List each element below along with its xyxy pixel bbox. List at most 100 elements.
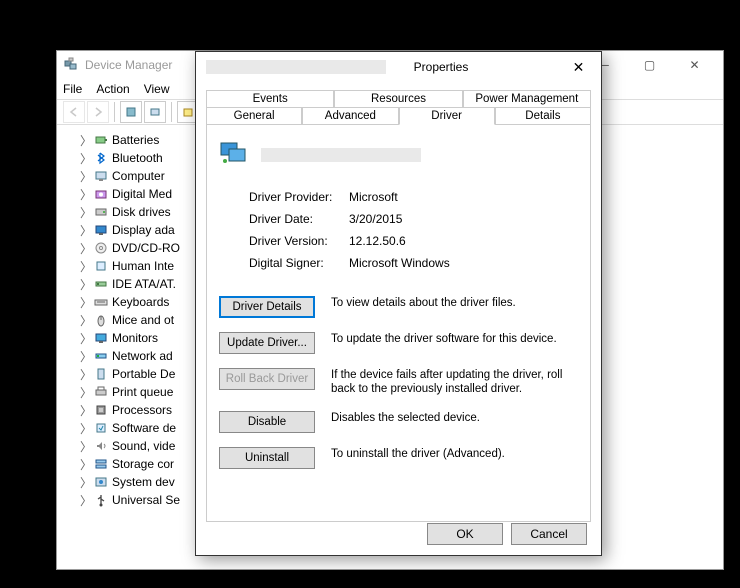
bluetooth-icon — [93, 150, 109, 166]
expand-icon[interactable]: 〉 — [79, 294, 93, 311]
dvd-icon — [93, 240, 109, 256]
tab-events[interactable]: Events — [206, 90, 334, 107]
expand-icon[interactable]: 〉 — [79, 420, 93, 437]
back-button[interactable] — [63, 101, 85, 123]
tree-item-label: Batteries — [112, 133, 159, 147]
toolbar-icon-1[interactable] — [120, 101, 142, 123]
tab-details[interactable]: Details — [495, 107, 591, 124]
expand-icon[interactable]: 〉 — [79, 438, 93, 455]
tree-item-label: Network ad — [112, 349, 173, 363]
tree-item-label: Computer — [112, 169, 165, 183]
tree-item-label: Keyboards — [112, 295, 169, 309]
disable-button[interactable]: Disable — [219, 411, 315, 433]
cpu-icon — [93, 402, 109, 418]
expand-icon[interactable]: 〉 — [79, 240, 93, 257]
camera-icon — [93, 186, 109, 202]
battery-icon — [93, 132, 109, 148]
tree-item-label: IDE ATA/AT. — [112, 277, 176, 291]
tree-item-label: Disk drives — [112, 205, 171, 219]
expand-icon[interactable]: 〉 — [79, 384, 93, 401]
expand-icon[interactable]: 〉 — [79, 366, 93, 383]
expand-icon[interactable]: 〉 — [79, 132, 93, 149]
expand-icon[interactable]: 〉 — [79, 258, 93, 275]
cancel-button[interactable]: Cancel — [511, 523, 587, 545]
uninstall-desc: To uninstall the driver (Advanced). — [331, 447, 578, 461]
tree-item-label: Processors — [112, 403, 172, 417]
tree-item-label: Portable De — [112, 367, 175, 381]
properties-dialog: Properties ✕ Events Resources Power Mana… — [195, 51, 602, 556]
ok-button[interactable]: OK — [427, 523, 503, 545]
uninstall-button[interactable]: Uninstall — [219, 447, 315, 469]
expand-icon[interactable]: 〉 — [79, 348, 93, 365]
expand-icon[interactable]: 〉 — [79, 186, 93, 203]
digital-signer-value: Microsoft Windows — [349, 256, 450, 270]
expand-icon[interactable]: 〉 — [79, 474, 93, 491]
computer-icon — [93, 168, 109, 184]
dialog-titlebar: Properties ✕ — [196, 52, 601, 82]
tab-content-driver: Driver Provider:Microsoft Driver Date:3/… — [206, 124, 591, 522]
expand-icon[interactable]: 〉 — [79, 402, 93, 419]
expand-icon[interactable]: 〉 — [79, 276, 93, 293]
usb-icon — [93, 492, 109, 508]
toolbar-separator — [171, 102, 172, 122]
expand-icon[interactable]: 〉 — [79, 222, 93, 239]
menu-view[interactable]: View — [144, 82, 170, 96]
device-icon — [219, 137, 251, 172]
tree-item-label: Monitors — [112, 331, 158, 345]
maximize-button[interactable]: ▢ — [627, 51, 672, 79]
redacted-device-name-body — [261, 148, 421, 162]
tree-item-label: Software de — [112, 421, 176, 435]
expand-icon[interactable]: 〉 — [79, 168, 93, 185]
update-driver-desc: To update the driver software for this d… — [331, 332, 578, 346]
tree-item-label: Human Inte — [112, 259, 174, 273]
roll-back-driver-button: Roll Back Driver — [219, 368, 315, 390]
display-icon — [93, 222, 109, 238]
network-icon — [93, 348, 109, 364]
driver-details-button[interactable]: Driver Details — [219, 296, 315, 318]
digital-signer-label: Digital Signer: — [249, 256, 349, 270]
tab-resources[interactable]: Resources — [334, 90, 462, 107]
tab-driver[interactable]: Driver — [399, 107, 495, 125]
tab-general[interactable]: General — [206, 107, 302, 124]
expand-icon[interactable]: 〉 — [79, 204, 93, 221]
tree-item-label: Print queue — [112, 385, 173, 399]
disable-desc: Disables the selected device. — [331, 411, 578, 425]
ide-icon — [93, 276, 109, 292]
mouse-icon — [93, 312, 109, 328]
window-title: Device Manager — [85, 58, 172, 72]
portable-icon — [93, 366, 109, 382]
expand-icon[interactable]: 〉 — [79, 492, 93, 509]
printer-icon — [93, 384, 109, 400]
expand-icon[interactable]: 〉 — [79, 312, 93, 329]
roll-back-driver-desc: If the device fails after updating the d… — [331, 368, 578, 397]
menu-action[interactable]: Action — [96, 82, 129, 96]
app-icon — [63, 57, 79, 73]
system-icon — [93, 474, 109, 490]
tab-power-management[interactable]: Power Management — [463, 90, 591, 107]
update-driver-button[interactable]: Update Driver... — [219, 332, 315, 354]
forward-button[interactable] — [87, 101, 109, 123]
tree-item-label: Storage cor — [112, 457, 174, 471]
tab-advanced[interactable]: Advanced — [302, 107, 398, 124]
driver-date-label: Driver Date: — [249, 212, 349, 226]
expand-icon[interactable]: 〉 — [79, 456, 93, 473]
tree-item-label: Digital Med — [112, 187, 172, 201]
tree-item-label: Universal Se — [112, 493, 180, 507]
disk-icon — [93, 204, 109, 220]
expand-icon[interactable]: 〉 — [79, 330, 93, 347]
close-icon[interactable]: ✕ — [556, 52, 601, 82]
dialog-title: Properties — [326, 60, 556, 74]
toolbar-separator — [114, 102, 115, 122]
close-button[interactable]: ✕ — [672, 51, 717, 79]
sound-icon — [93, 438, 109, 454]
driver-details-desc: To view details about the driver files. — [331, 296, 578, 310]
toolbar-icon-2[interactable] — [144, 101, 166, 123]
storage-icon — [93, 456, 109, 472]
tree-item-label: System dev — [112, 475, 175, 489]
tree-item-label: Sound, vide — [112, 439, 175, 453]
tree-item-label: Display ada — [112, 223, 175, 237]
tree-item-label: DVD/CD-RO — [112, 241, 180, 255]
expand-icon[interactable]: 〉 — [79, 150, 93, 167]
monitor-icon — [93, 330, 109, 346]
menu-file[interactable]: File — [63, 82, 82, 96]
